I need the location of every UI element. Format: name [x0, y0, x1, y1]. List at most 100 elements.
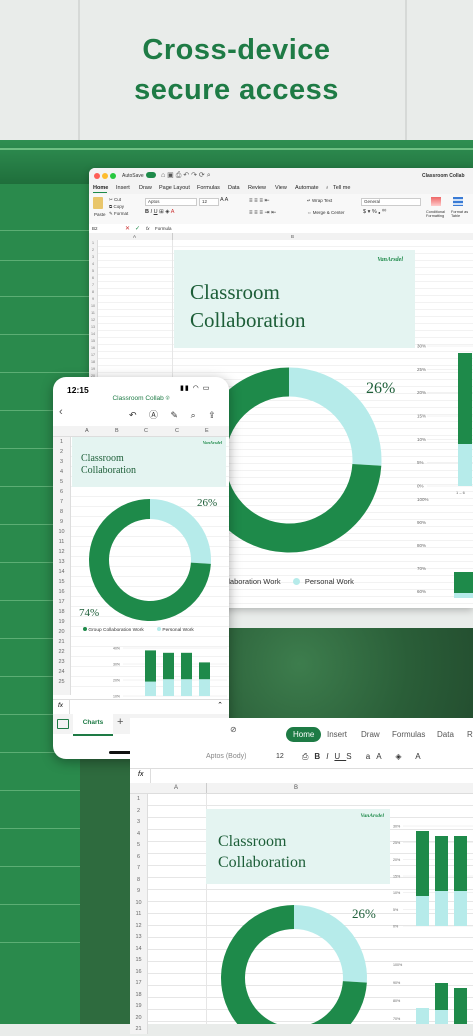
- row-header[interactable]: 21: [53, 637, 70, 647]
- row-header[interactable]: 14: [89, 331, 97, 338]
- tablet-draw-icon[interactable]: ⊘: [230, 725, 237, 734]
- conditional-formatting-label[interactable]: Conditional Formatting: [426, 210, 448, 218]
- tab-home[interactable]: Home: [93, 185, 108, 191]
- row-header[interactable]: 14: [130, 944, 147, 956]
- row-header[interactable]: 8: [89, 289, 97, 296]
- number-format-buttons[interactable]: $ ▾ % ❟ ⁰⁰: [363, 209, 386, 216]
- merge-center-button[interactable]: ⇔ Merge & Center: [307, 210, 345, 215]
- row-header[interactable]: 6: [89, 275, 97, 282]
- row-header[interactable]: 13: [130, 932, 147, 944]
- tablet-format-buttons[interactable]: ⎙BIUS aA ◈ A: [302, 752, 427, 762]
- row-header[interactable]: 11: [53, 537, 70, 547]
- alignment-buttons[interactable]: ≡ ≡ ≡ ⇤: [249, 197, 270, 204]
- format-as-table-icon[interactable]: [453, 197, 463, 206]
- row-header[interactable]: 4: [53, 467, 70, 477]
- font-size-adjust[interactable]: A A: [220, 197, 228, 203]
- row-header[interactable]: 15: [53, 577, 70, 587]
- phone-formula-input[interactable]: [69, 701, 219, 712]
- row-header[interactable]: 19: [53, 617, 70, 627]
- add-sheet-button[interactable]: +: [117, 716, 123, 728]
- tab-view[interactable]: View: [275, 185, 287, 191]
- phone-document-title[interactable]: Classroom Collab ⌾: [53, 395, 229, 403]
- row-header[interactable]: 22: [53, 647, 70, 657]
- row-header[interactable]: 25: [53, 677, 70, 687]
- row-header[interactable]: 13: [53, 557, 70, 567]
- row-header[interactable]: 15: [89, 338, 97, 345]
- row-header[interactable]: 16: [53, 587, 70, 597]
- row-header[interactable]: 2: [53, 447, 70, 457]
- row-header[interactable]: 2: [89, 247, 97, 254]
- back-icon[interactable]: ‹: [59, 406, 63, 418]
- row-header[interactable]: 7: [89, 282, 97, 289]
- row-header[interactable]: 16: [130, 967, 147, 979]
- tablet-font-size[interactable]: 12: [276, 753, 284, 760]
- font-name-field[interactable]: Aptos: [145, 198, 197, 206]
- row-header[interactable]: 18: [89, 359, 97, 366]
- horizontal-alignment-buttons[interactable]: ≡ ≡ ≡ ⇥ ⇤: [249, 209, 276, 216]
- phone-col-b[interactable]: B: [115, 428, 119, 434]
- row-header[interactable]: 2: [130, 806, 147, 818]
- row-header[interactable]: 11: [89, 310, 97, 317]
- cancel-icon[interactable]: ✕: [125, 225, 130, 232]
- zoom-window-button[interactable]: [110, 173, 116, 179]
- phone-col-a[interactable]: A: [85, 428, 89, 434]
- tablet-font-field[interactable]: Aptos (Body): [206, 753, 246, 760]
- phone-col-e[interactable]: E: [205, 428, 209, 434]
- tablet-tab-formulas[interactable]: Formulas: [392, 730, 425, 739]
- tablet-tab-review[interactable]: Re: [467, 730, 473, 739]
- row-header[interactable]: 3: [89, 254, 97, 261]
- tab-automate[interactable]: Automate: [295, 185, 319, 191]
- row-header[interactable]: 19: [130, 1001, 147, 1013]
- row-header[interactable]: 14: [53, 567, 70, 577]
- sheet-list-icon[interactable]: [57, 719, 69, 729]
- row-header[interactable]: 12: [130, 921, 147, 933]
- row-header[interactable]: 12: [89, 317, 97, 324]
- row-header[interactable]: 9: [53, 517, 70, 527]
- row-header[interactable]: 4: [89, 261, 97, 268]
- row-header[interactable]: 9: [89, 296, 97, 303]
- row-header[interactable]: 8: [130, 875, 147, 887]
- tab-page-layout[interactable]: Page Layout: [159, 185, 190, 191]
- conditional-formatting-icon[interactable]: [431, 197, 441, 206]
- formula-input[interactable]: Formula: [155, 226, 172, 231]
- row-header[interactable]: 12: [53, 547, 70, 557]
- row-header[interactable]: 17: [53, 597, 70, 607]
- font-size-field[interactable]: 12: [199, 198, 219, 206]
- row-header[interactable]: 20: [130, 1013, 147, 1025]
- row-header[interactable]: 6: [130, 852, 147, 864]
- row-header[interactable]: 19: [89, 366, 97, 373]
- tablet-tab-draw[interactable]: Draw: [361, 730, 380, 739]
- wrap-text-button[interactable]: ↵ Wrap Text: [307, 198, 332, 204]
- tablet-tab-insert[interactable]: Insert: [327, 730, 347, 739]
- row-header[interactable]: 17: [89, 352, 97, 359]
- tab-formulas[interactable]: Formulas: [197, 185, 220, 191]
- row-header[interactable]: 9: [130, 886, 147, 898]
- row-header[interactable]: 13: [89, 324, 97, 331]
- autosave-toggle[interactable]: [146, 172, 156, 178]
- row-header[interactable]: 10: [89, 303, 97, 310]
- paste-icon[interactable]: [93, 197, 103, 209]
- row-header[interactable]: 23: [53, 657, 70, 667]
- column-a-header[interactable]: A: [133, 234, 136, 239]
- row-header[interactable]: 1: [89, 240, 97, 247]
- row-header[interactable]: 18: [53, 607, 70, 617]
- column-b-header[interactable]: B: [291, 234, 294, 239]
- format-painter-button[interactable]: ✎ Format: [109, 211, 128, 217]
- chevron-up-icon[interactable]: ⌃: [217, 701, 223, 709]
- row-header[interactable]: 18: [130, 990, 147, 1002]
- tab-review[interactable]: Review: [248, 185, 266, 191]
- row-header[interactable]: 3: [130, 817, 147, 829]
- row-header[interactable]: 10: [53, 527, 70, 537]
- row-header[interactable]: 10: [130, 898, 147, 910]
- row-header[interactable]: 15: [130, 955, 147, 967]
- font-style-buttons[interactable]: B I U ⊞ ◈ A: [145, 209, 174, 215]
- number-format-select[interactable]: General: [361, 198, 421, 206]
- name-box[interactable]: B2: [92, 226, 98, 231]
- paste-label[interactable]: Paste: [94, 212, 106, 217]
- row-header[interactable]: 5: [130, 840, 147, 852]
- minimize-window-button[interactable]: [102, 173, 108, 179]
- copy-button[interactable]: ⧉ Copy: [109, 204, 124, 209]
- tab-data[interactable]: Data: [228, 185, 240, 191]
- tell-me[interactable]: Tell me: [333, 185, 350, 191]
- row-header[interactable]: 8: [53, 507, 70, 517]
